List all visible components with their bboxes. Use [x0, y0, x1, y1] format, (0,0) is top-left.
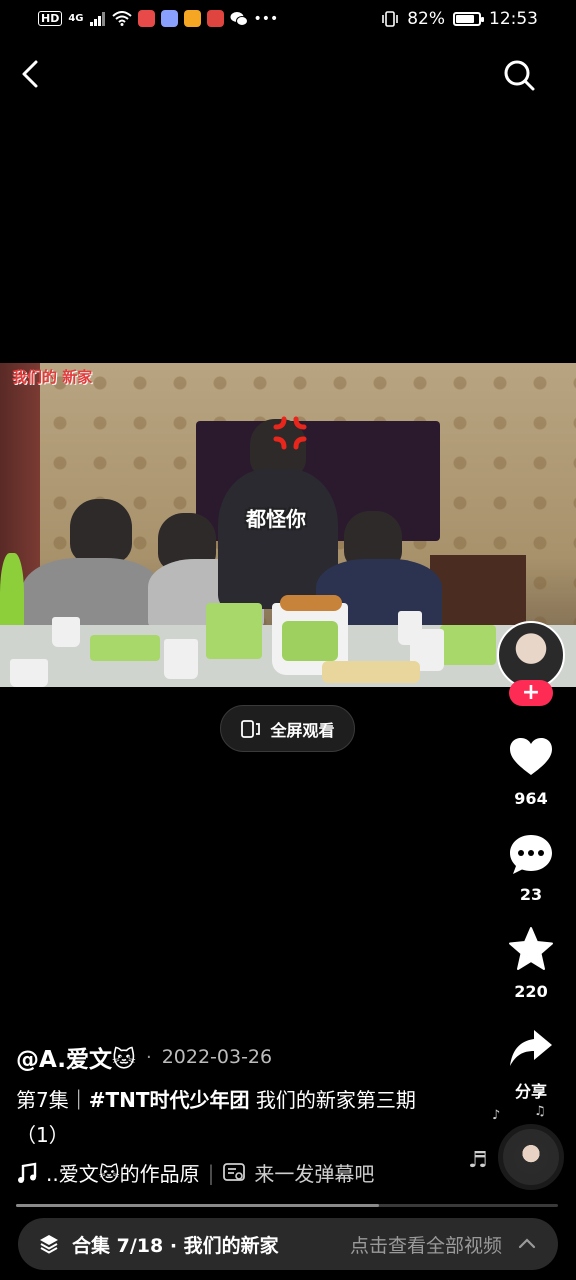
author-avatar[interactable] [497, 621, 565, 689]
signal-icon [89, 11, 105, 26]
vibrate-icon [382, 11, 399, 27]
network-indicator: 4G [68, 13, 84, 24]
battery-level [456, 15, 474, 23]
favorite-button[interactable] [508, 926, 554, 972]
back-arrow-icon [22, 60, 38, 88]
hashtag-link[interactable]: #TNT时代少年团 [89, 1088, 250, 1112]
status-left: HD 4G ••• [38, 10, 278, 27]
music-note-icon: ♫ [534, 1104, 546, 1119]
more-notifications-icon: ••• [253, 10, 279, 27]
fullscreen-rotate-icon [241, 719, 261, 738]
food-bucket-label [282, 621, 338, 661]
music-note-icon: ♪ [492, 1108, 501, 1123]
status-right: 82% 12:53 [381, 9, 538, 29]
app-notification-icon [137, 10, 155, 27]
video-progress-fill [16, 1204, 380, 1207]
share-arrow-icon [510, 1030, 552, 1066]
post-date: 2022-03-26 [161, 1046, 273, 1068]
back-button[interactable] [14, 56, 50, 92]
post-description: 第7集｜#TNT时代少年团 我们的新家第三期（1） [16, 1083, 436, 1153]
music-line: ..爱文🐱的作品原 | 来一发弹幕吧 [16, 1158, 374, 1187]
desc-prefix: 第7集｜ [16, 1088, 89, 1112]
sauce-cups [322, 661, 420, 683]
food-box [206, 603, 262, 659]
video-progress-bar[interactable] [16, 1204, 558, 1207]
share-button[interactable] [508, 1026, 554, 1072]
video-caption-sticker: 都怪你 [246, 507, 306, 531]
heart-icon [510, 738, 552, 775]
comment-icon [510, 835, 552, 874]
danmu-icon [223, 1162, 246, 1181]
share-label: 分享 [514, 1082, 547, 1101]
star-icon [509, 927, 553, 970]
video-player[interactable]: 我们的 新家 都怪你 [0, 363, 576, 687]
video-cabinet [430, 555, 526, 625]
separator-dot: · [145, 1046, 152, 1068]
app-notification-icon [206, 10, 224, 27]
comment-count: 23 [519, 885, 543, 904]
video-watermark-logo: 我们的 新家 [12, 368, 93, 386]
battery-icon [453, 12, 484, 26]
fried-chicken [280, 595, 342, 611]
drink-cup [52, 617, 80, 647]
food-box [440, 625, 496, 665]
layers-icon [40, 1235, 58, 1254]
music-title[interactable]: ..爱文🐱的作品原 [46, 1158, 200, 1187]
search-button[interactable] [500, 56, 538, 94]
music-disc-cover [514, 1140, 548, 1174]
collection-cta: 点击查看全部视频 [349, 1234, 502, 1257]
battery-percent: 82% [407, 9, 445, 29]
collection-title: 合集 7/18 · 我们的新家 [72, 1234, 279, 1257]
author-line: @A.爱文🐱 · 2022-03-26 [16, 1040, 272, 1074]
anger-mark-icon [273, 416, 307, 450]
chevron-up-icon [518, 1238, 536, 1249]
wechat-icon [230, 11, 248, 26]
follow-button[interactable]: + [509, 680, 553, 706]
clock: 12:53 [489, 9, 538, 29]
fullscreen-label: 全屏观看 [270, 720, 335, 740]
comment-button[interactable] [508, 832, 554, 878]
danmu-input-prompt[interactable]: 来一发弹幕吧 [254, 1158, 374, 1187]
food-box [90, 635, 160, 661]
like-button[interactable] [508, 735, 554, 781]
music-note-icon: ♬ [468, 1148, 488, 1173]
like-count: 964 [514, 789, 548, 808]
favorite-count: 220 [514, 982, 548, 1001]
collection-bar[interactable]: 合集 7/18 · 我们的新家 点击查看全部视频 [18, 1218, 558, 1270]
person-head [70, 499, 132, 563]
wifi-icon [111, 11, 132, 26]
music-note-icon [18, 1162, 37, 1183]
hd-indicator: HD [38, 11, 63, 26]
author-name[interactable]: @A.爱文🐱 [16, 1040, 136, 1074]
music-disc[interactable] [498, 1124, 564, 1190]
app-notification-icon [183, 10, 201, 27]
status-bar: HD 4G ••• 82% 12:53 [0, 0, 576, 40]
search-icon [504, 60, 535, 91]
fullscreen-button[interactable]: 全屏观看 [220, 705, 355, 752]
app-notification-icon [160, 10, 178, 27]
drink-cup [164, 639, 198, 679]
divider: | [207, 1160, 215, 1185]
drink-cup [10, 659, 48, 687]
